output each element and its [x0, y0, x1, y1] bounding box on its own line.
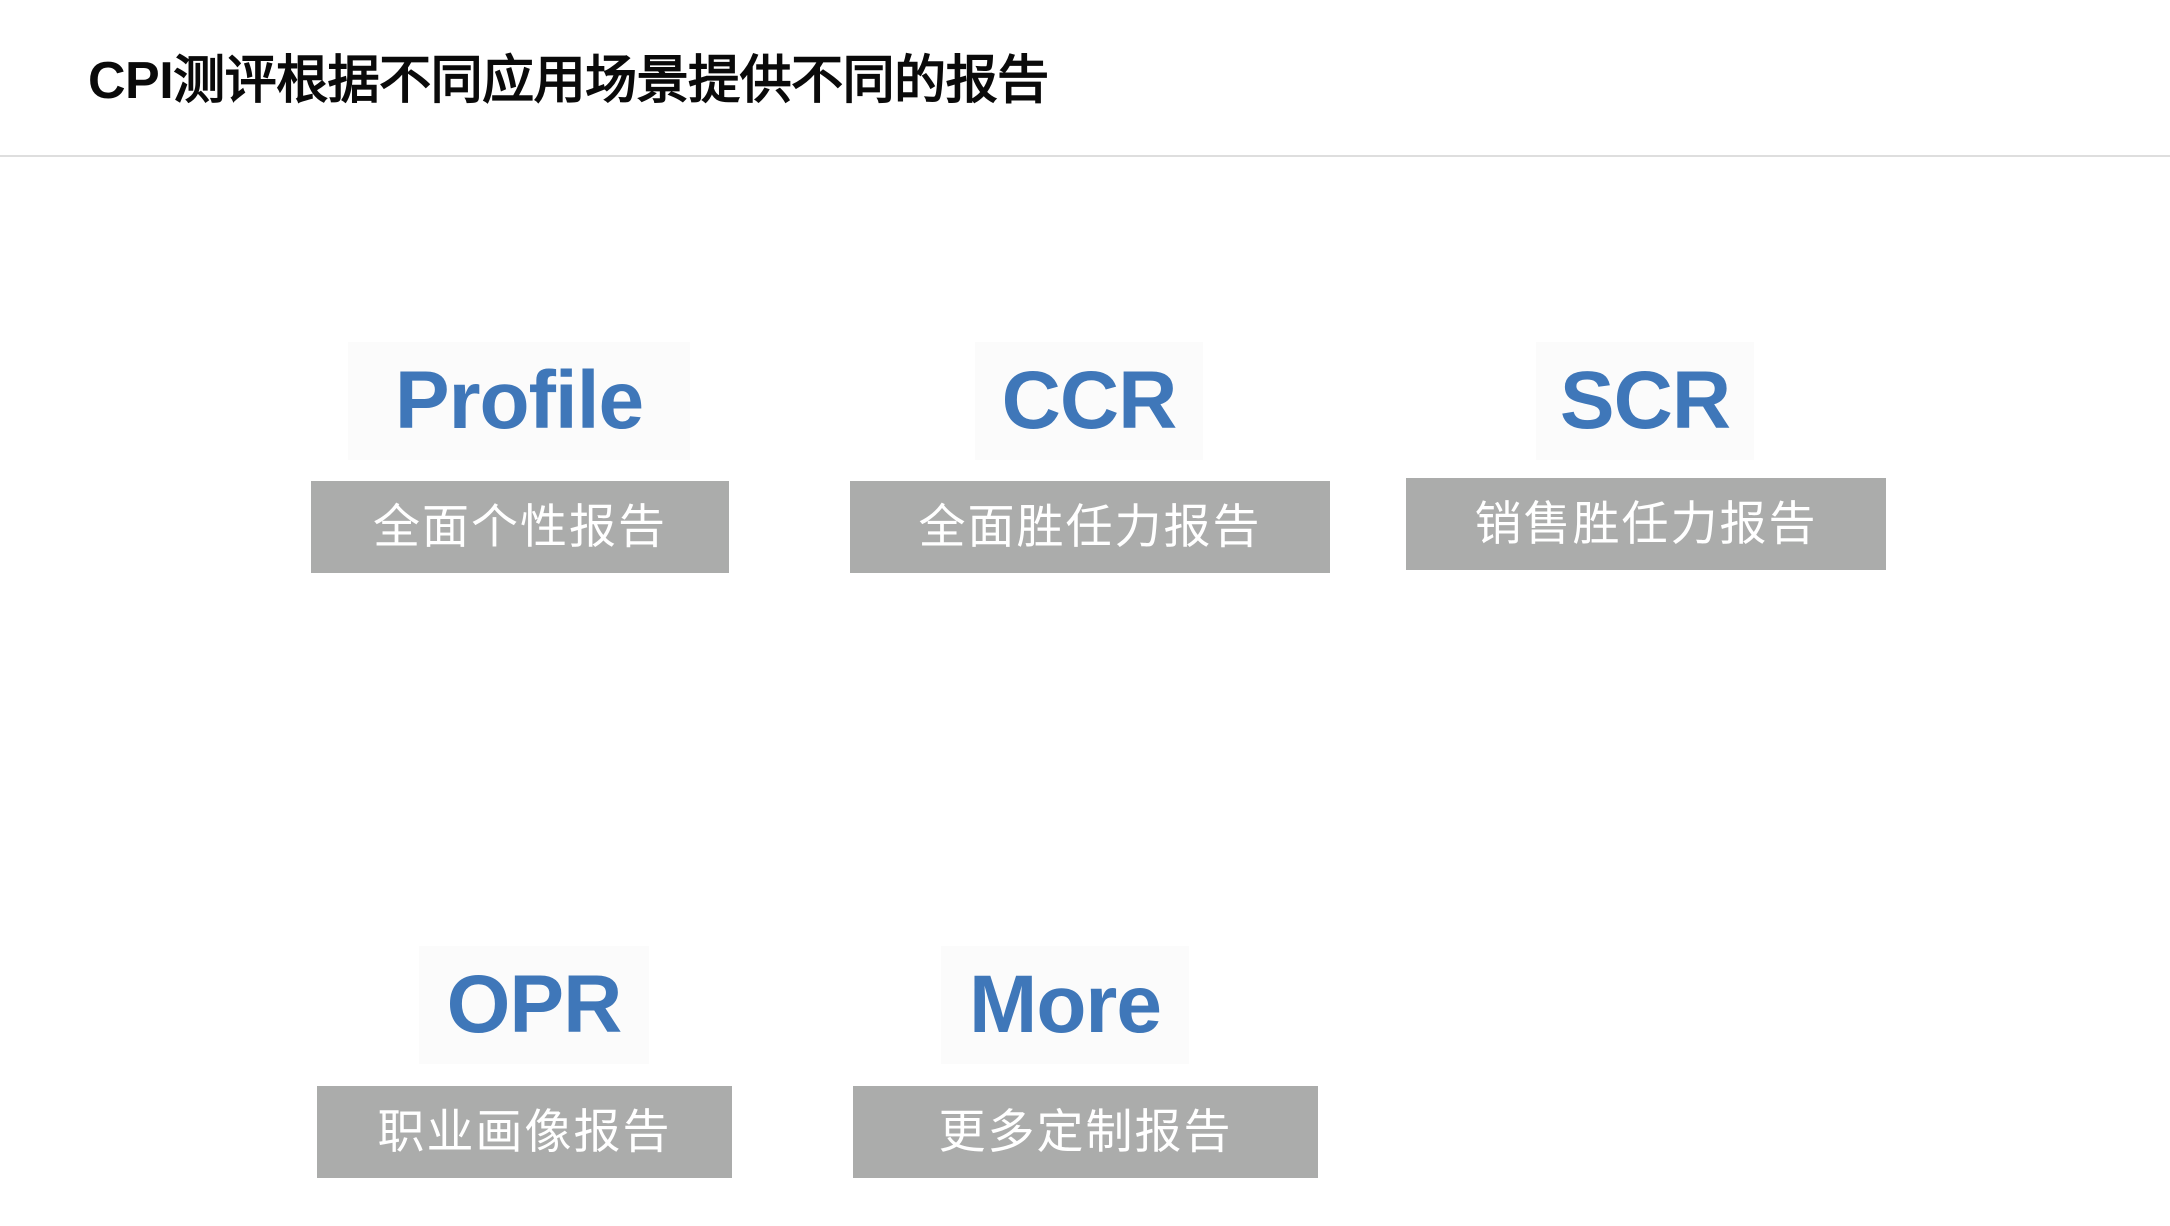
slide-header: CPI测评根据不同应用场景提供不同的报告 — [0, 0, 2170, 157]
report-card-more-acronym-plate: More — [941, 946, 1189, 1064]
report-card-opr-acronym-plate: OPR — [419, 946, 649, 1064]
report-card-opr-acronym: OPR — [446, 959, 623, 1050]
report-card-more-label: 更多定制报告 — [938, 1104, 1233, 1160]
report-card-ccr-label-plate: 全面胜任力报告 — [850, 481, 1330, 573]
report-card-profile-acronym: Profile — [394, 355, 644, 446]
page-title: CPI测评根据不同应用场景提供不同的报告 — [88, 52, 1049, 110]
report-card-ccr-label: 全面胜任力报告 — [918, 499, 1262, 555]
report-card-profile-label-plate: 全面个性报告 — [311, 481, 729, 573]
report-card-opr-label-plate: 职业画像报告 — [317, 1086, 732, 1178]
report-cards-grid: Profile 全面个性报告 CCR 全面胜任力报告 SCR 销售胜任力报告 O… — [0, 156, 2170, 1226]
report-card-scr-acronym: SCR — [1559, 355, 1731, 446]
report-card-scr-acronym-plate: SCR — [1536, 342, 1754, 460]
report-card-ccr-acronym: CCR — [1001, 355, 1178, 446]
report-card-ccr-acronym-plate: CCR — [975, 342, 1203, 460]
report-card-profile-acronym-plate: Profile — [348, 342, 690, 460]
report-card-scr-label-plate: 销售胜任力报告 — [1406, 478, 1886, 570]
report-card-more-label-plate: 更多定制报告 — [853, 1086, 1318, 1178]
report-card-scr-label: 销售胜任力报告 — [1474, 496, 1818, 552]
report-card-profile-label: 全面个性报告 — [373, 499, 667, 555]
report-card-opr-label: 职业画像报告 — [377, 1104, 672, 1160]
report-card-more-acronym: More — [969, 959, 1162, 1050]
